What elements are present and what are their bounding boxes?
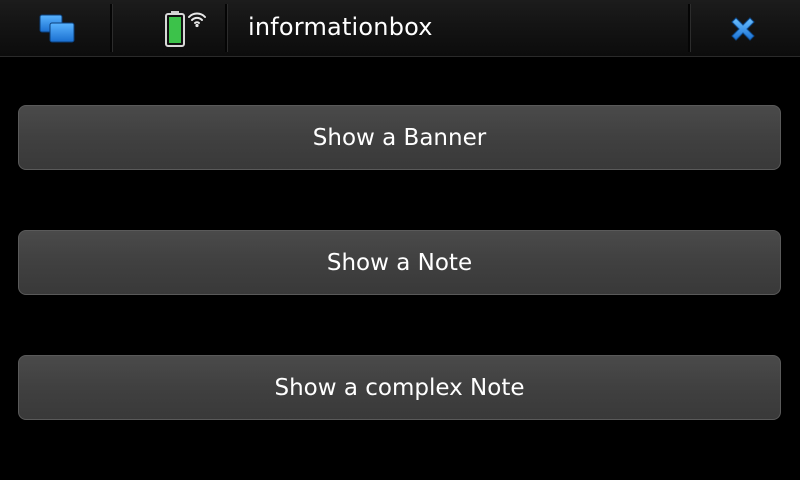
window-title: informationbox	[248, 13, 433, 41]
show-complex-note-button[interactable]: Show a complex Note	[18, 355, 781, 420]
close-button[interactable]	[690, 0, 800, 56]
task-switcher-icon	[38, 13, 76, 49]
status-area[interactable]	[113, 0, 225, 56]
title-bar: informationbox	[0, 0, 800, 57]
wifi-icon	[187, 10, 207, 32]
show-banner-button[interactable]: Show a Banner	[18, 105, 781, 170]
battery-icon	[165, 11, 185, 51]
show-complex-note-label: Show a complex Note	[274, 374, 525, 401]
show-banner-label: Show a Banner	[312, 124, 487, 151]
close-icon	[728, 14, 758, 48]
show-note-label: Show a Note	[326, 249, 473, 276]
show-note-button[interactable]: Show a Note	[18, 230, 781, 295]
screen: informationbox Show a Banner Show a Note	[0, 0, 800, 480]
separator	[225, 4, 228, 52]
task-switcher-button[interactable]	[0, 0, 110, 56]
